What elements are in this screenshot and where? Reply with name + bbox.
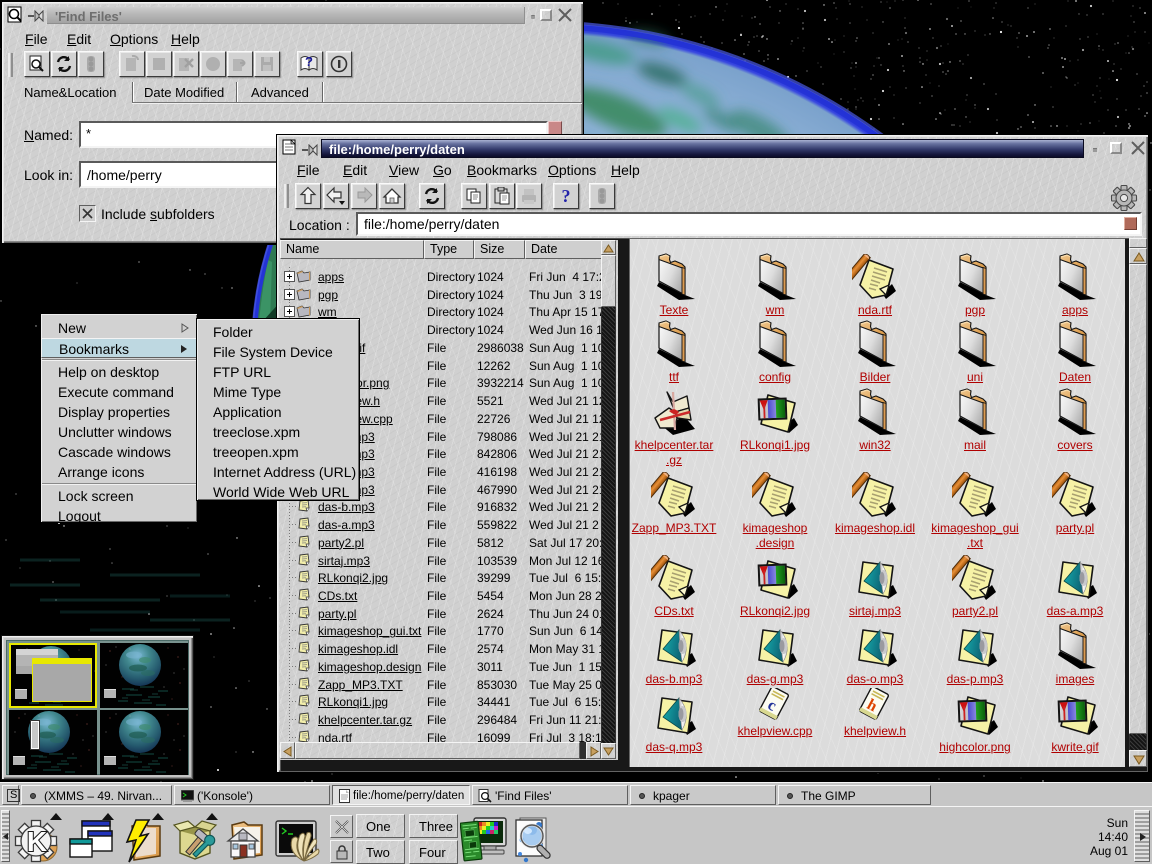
svg-text:?: ? bbox=[305, 54, 313, 69]
svg-text:K: K bbox=[27, 826, 47, 857]
svg-text:?: ? bbox=[562, 186, 571, 206]
